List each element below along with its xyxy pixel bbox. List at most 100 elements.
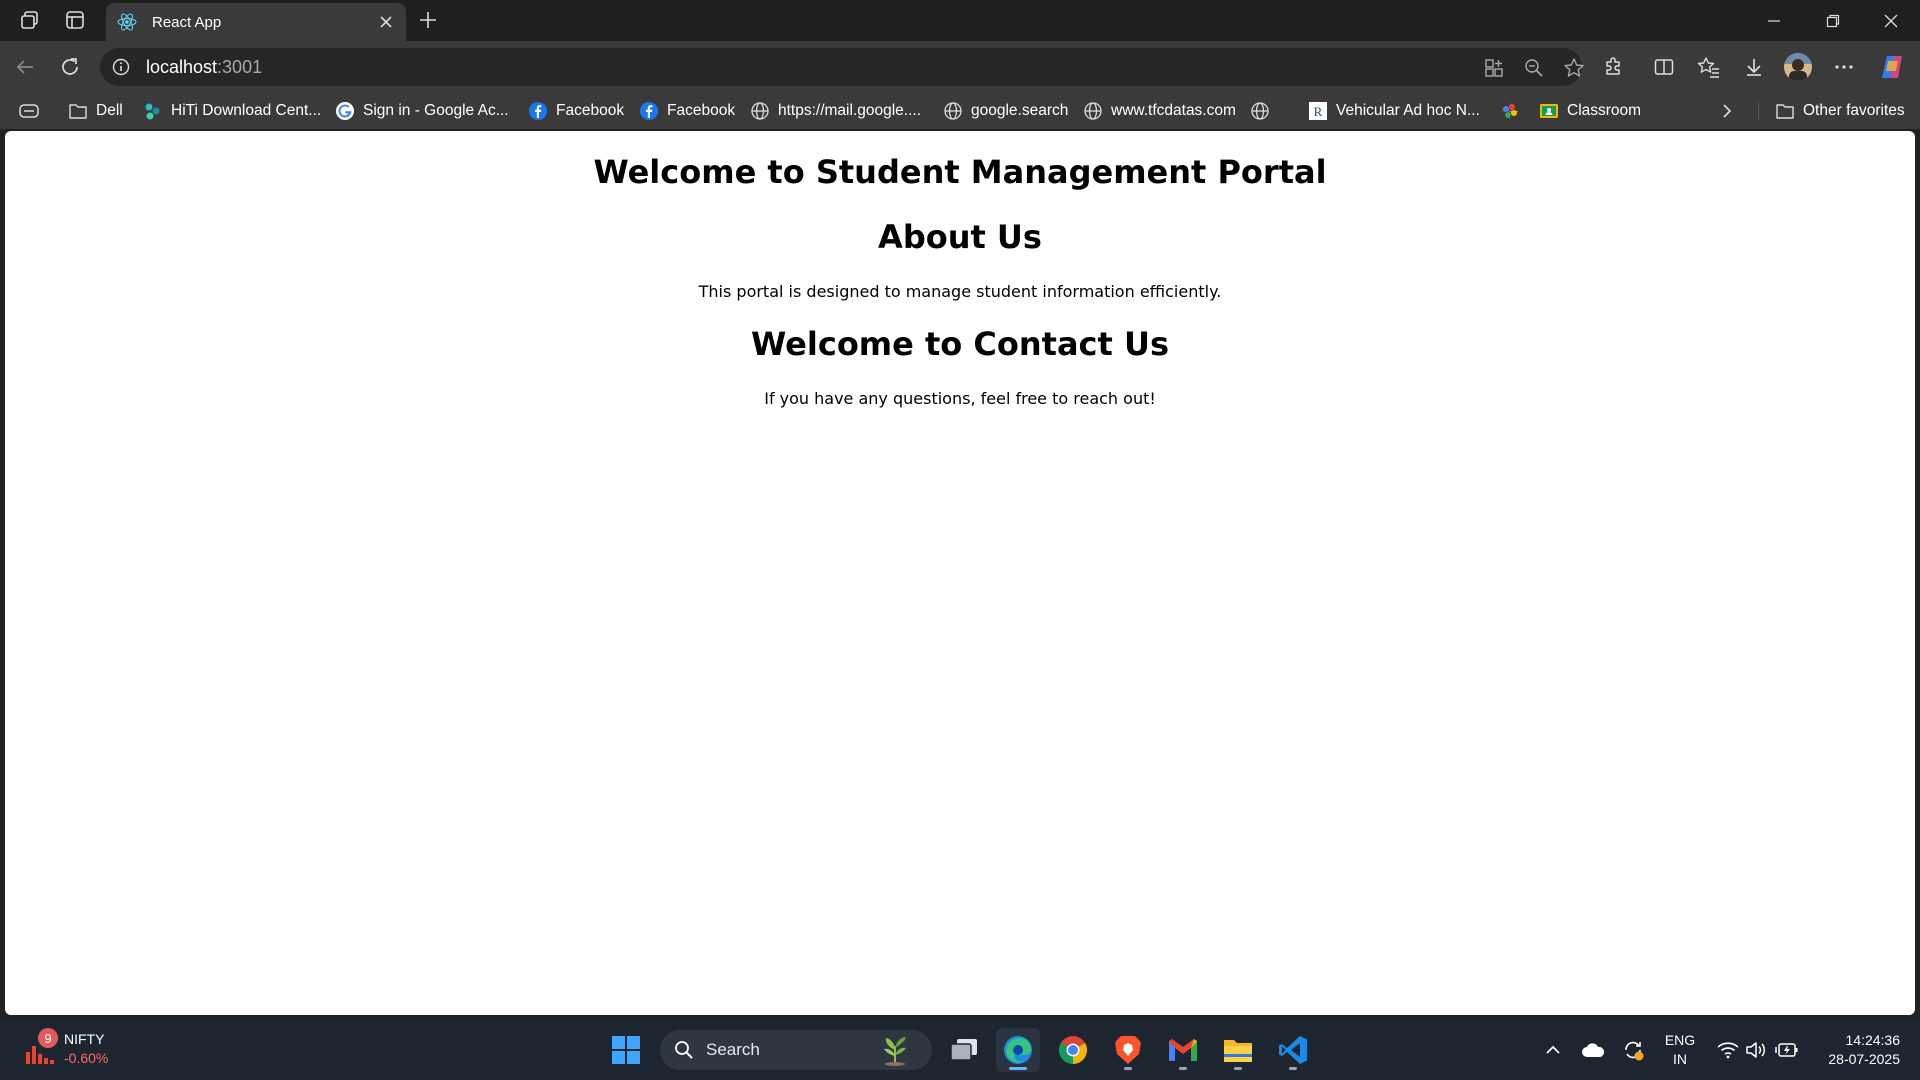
page-viewport: Welcome to Student Management Portal Abo…: [5, 131, 1915, 1015]
more-bookmarks-chevron-icon[interactable]: [1720, 99, 1734, 123]
bookmarks-bar: Dell HiTi Download Cent... Sign in - Goo…: [0, 93, 1920, 129]
bookmarks-divider: [1758, 101, 1759, 121]
file-explorer-icon[interactable]: [1216, 1028, 1260, 1072]
clock-date: 28-07-2025: [1828, 1051, 1900, 1067]
other-favorites[interactable]: Other favorites: [1775, 99, 1905, 123]
bookmark-hiti[interactable]: HiTi Download Cent...: [143, 99, 321, 123]
gmail-taskbar-icon[interactable]: [1161, 1028, 1205, 1072]
url-text: localhost:3001: [146, 57, 262, 78]
contact-heading: Welcome to Contact Us: [751, 325, 1169, 363]
globe-icon: [750, 101, 770, 121]
vertical-tabs-icon[interactable]: [61, 8, 89, 32]
pinwheel-icon: [1500, 101, 1520, 121]
running-indicator: [1234, 1067, 1242, 1070]
sync-update-icon[interactable]: [1621, 1038, 1645, 1062]
more-options-icon[interactable]: [1828, 51, 1860, 83]
running-indicator: [1179, 1067, 1187, 1070]
minimize-button[interactable]: [1745, 0, 1803, 41]
bookmark-label: Facebook: [556, 102, 625, 119]
collections-icon[interactable]: [18, 99, 40, 123]
bookmark-label: Facebook: [667, 102, 736, 119]
taskbar: 9 NIFTY -0.60% Search ENG IN 14:24:36 28…: [0, 1020, 1920, 1080]
hiti-icon: [143, 101, 163, 121]
globe-icon: [1250, 101, 1270, 121]
about-text: This portal is designed to manage studen…: [698, 282, 1222, 301]
bookmark-facebook-2[interactable]: Facebook: [639, 99, 735, 123]
address-bar[interactable]: localhost:3001: [100, 48, 1584, 86]
onedrive-icon[interactable]: [1581, 1038, 1605, 1062]
bookmark-label: Dell: [96, 102, 123, 119]
contact-text: If you have any questions, feel free to …: [764, 389, 1156, 408]
running-indicator: [1124, 1067, 1132, 1070]
bookmark-label: Classroom: [1567, 102, 1642, 119]
bookmark-label: google.search: [971, 102, 1069, 119]
active-indicator: [1009, 1067, 1027, 1070]
close-window-button[interactable]: [1862, 0, 1920, 41]
google-icon: [335, 101, 355, 121]
chrome-taskbar-icon[interactable]: [1051, 1028, 1095, 1072]
battery-icon[interactable]: [1775, 1038, 1799, 1062]
bookmark-dell[interactable]: Dell: [68, 99, 123, 123]
bookmark-label: Vehicular Ad hoc N...: [1336, 102, 1480, 119]
bookmark-pinwheel[interactable]: [1500, 99, 1528, 123]
facebook-icon: [639, 101, 659, 121]
split-screen-icon[interactable]: [1648, 51, 1680, 83]
bookmark-google-signin[interactable]: Sign in - Google Ac...: [335, 99, 509, 123]
brave-taskbar-icon[interactable]: [1106, 1028, 1150, 1072]
app-available-icon[interactable]: [1480, 54, 1508, 82]
back-button[interactable]: [9, 51, 41, 83]
classroom-icon: [1539, 101, 1559, 121]
folder-icon: [68, 101, 88, 121]
clock-time: 14:24:36: [1845, 1032, 1901, 1048]
start-windows-icon[interactable]: [604, 1028, 648, 1072]
bookmark-facebook-1[interactable]: Facebook: [528, 99, 624, 123]
url-port: :3001: [217, 56, 263, 77]
facebook-icon: [528, 101, 548, 121]
input-language[interactable]: ENG IN: [1662, 1031, 1698, 1069]
vscode-taskbar-icon[interactable]: [1271, 1028, 1315, 1072]
new-tab-button[interactable]: [414, 8, 442, 32]
zoom-out-icon[interactable]: [1520, 54, 1548, 82]
copilot-icon[interactable]: [1876, 51, 1908, 83]
workspaces-icon[interactable]: [16, 8, 44, 32]
taskbar-search[interactable]: Search: [660, 1030, 932, 1070]
tab-title: React App: [152, 13, 222, 31]
svg-text:R: R: [1314, 104, 1323, 119]
restore-button[interactable]: [1804, 0, 1862, 41]
show-hidden-icons-chevron-icon[interactable]: [1541, 1038, 1565, 1062]
browser-toolbar: localhost:3001: [0, 41, 1920, 93]
bookmark-globe-unnamed[interactable]: [1250, 99, 1278, 123]
region-code: IN: [1673, 1051, 1687, 1067]
close-tab-icon[interactable]: [374, 10, 398, 34]
reload-button[interactable]: [54, 51, 86, 83]
extensions-icon[interactable]: [1598, 51, 1630, 83]
site-info-icon[interactable]: [110, 56, 132, 78]
bookmark-tfcdatas[interactable]: www.tfcdatas.com: [1083, 99, 1236, 123]
bookmark-vehicular[interactable]: R Vehicular Ad hoc N...: [1308, 99, 1480, 123]
language-code: ENG: [1664, 1032, 1696, 1048]
search-label: Search: [706, 1040, 760, 1059]
nifty-widget[interactable]: 9 NIFTY -0.60%: [22, 1028, 132, 1072]
edge-taskbar-icon[interactable]: [996, 1028, 1040, 1072]
bookmark-classroom[interactable]: Classroom: [1539, 99, 1641, 123]
task-view-icon[interactable]: [942, 1028, 986, 1072]
favorite-star-icon[interactable]: [1560, 54, 1588, 82]
volume-icon[interactable]: [1744, 1038, 1768, 1062]
url-host: localhost: [146, 56, 218, 77]
bookmark-mail-google[interactable]: https://mail.google....: [750, 99, 921, 123]
tab-react-app[interactable]: React App: [106, 3, 406, 41]
profile-avatar[interactable]: [1782, 51, 1814, 83]
bookmark-google-search[interactable]: google.search: [943, 99, 1068, 123]
wifi-icon[interactable]: [1716, 1038, 1740, 1062]
portal-heading: Welcome to Student Management Portal: [593, 153, 1327, 191]
bookmark-label: www.tfcdatas.com: [1111, 102, 1236, 119]
favorites-icon[interactable]: [1693, 51, 1725, 83]
clock[interactable]: 14:24:36 28-07-2025: [1812, 1031, 1900, 1069]
folder-icon: [1775, 101, 1795, 121]
bookmark-label: HiTi Download Cent...: [171, 102, 322, 119]
react-icon: [116, 11, 138, 33]
globe-icon: [1083, 101, 1103, 121]
tab-strip: React App: [0, 0, 1920, 41]
nifty-change: -0.60%: [64, 1050, 109, 1066]
downloads-icon[interactable]: [1738, 51, 1770, 83]
